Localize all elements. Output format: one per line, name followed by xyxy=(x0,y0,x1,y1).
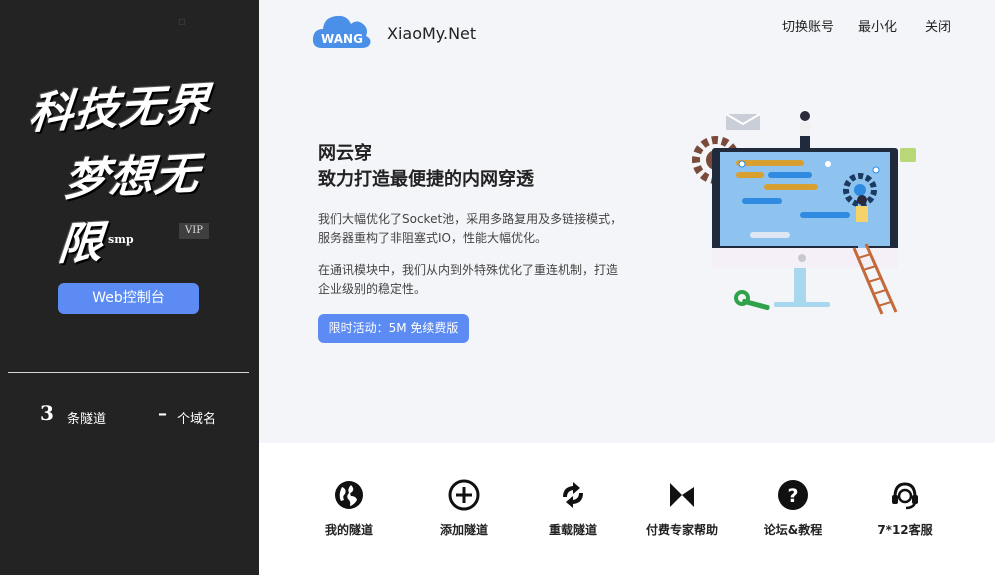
wrench-illustration-icon xyxy=(734,290,770,311)
customer-service-label: 7*12客服 xyxy=(877,523,933,537)
reload-tunnel-button[interactable]: 重载隧道 xyxy=(518,479,628,538)
sidebar-divider xyxy=(8,372,249,373)
hero-title: 网云穿 致力打造最便捷的内网穿透 xyxy=(318,141,534,193)
hero-illustration xyxy=(690,108,930,318)
web-console-button[interactable]: Web控制台 xyxy=(58,283,199,314)
my-tunnels-label: 我的隧道 xyxy=(324,523,373,537)
vip-badge: VIP xyxy=(179,223,209,239)
logo-badge-text: WANG xyxy=(321,32,363,46)
hero-desc2-line2: 企业级别的稳定性。 xyxy=(318,282,427,296)
hero-desc2-line1: 在通讯模块中，我们从内到外特殊优化了重连机制，打造 xyxy=(318,263,619,277)
question-icon: ? xyxy=(778,480,808,510)
domain-count: – xyxy=(158,403,167,424)
cloud-logo-icon: WANG xyxy=(312,10,372,50)
username: smp xyxy=(108,233,134,246)
switch-account-link[interactable]: 切换账号 xyxy=(782,16,834,35)
customer-service-button[interactable]: 7*12客服 xyxy=(850,479,960,538)
expert-help-label: 付费专家帮助 xyxy=(645,523,718,537)
tunnel-count: 3 xyxy=(40,401,54,425)
hero-description-2: 在通讯模块中，我们从内到外特殊优化了重连机制，打造 企业级别的稳定性。 xyxy=(318,261,638,299)
hero-desc1-line2: 服务器重构了非阻塞式IO，性能大幅优化。 xyxy=(318,231,547,245)
add-tunnel-label: 添加隧道 xyxy=(439,523,488,537)
action-bar: 我的隧道 添加隧道 重载隧道 付费专家帮助 ? 论坛&教程 7*12客服 xyxy=(259,443,995,575)
plus-circle-icon xyxy=(448,479,480,511)
site-name: XiaoMy.Net xyxy=(387,24,477,43)
forum-tutorial-button[interactable]: ? 论坛&教程 xyxy=(738,479,848,538)
promo-button[interactable]: 限时活动：5M 免续费版 xyxy=(318,314,469,343)
hero-desc1-line1: 我们大幅优化了Socket池，采用多路复用及多链接模式， xyxy=(318,212,623,226)
expert-icon xyxy=(670,483,694,507)
background-watermark: ▫ xyxy=(178,14,187,28)
hero-title-line-2: 致力打造最便捷的内网穿透 xyxy=(318,169,534,190)
expert-help-button[interactable]: 付费专家帮助 xyxy=(627,479,737,538)
tunnel-count-label: 条隧道 xyxy=(67,412,107,427)
header: WANG XiaoMy.Net 切换账号 最小化 关闭 xyxy=(259,0,995,70)
add-tunnel-button[interactable]: 添加隧道 xyxy=(409,479,519,538)
sidebar: ▫ 科技无界 梦想无限 smp VIP Web控制台 3 条隧道 – 个域名 xyxy=(0,0,259,575)
forum-tutorial-label: 论坛&教程 xyxy=(763,523,823,537)
hero-description-1: 我们大幅优化了Socket池，采用多路复用及多链接模式， 服务器重构了非阻塞式I… xyxy=(318,210,638,248)
hero-title-line-1: 网云穿 xyxy=(318,143,372,164)
my-tunnels-button[interactable]: 我的隧道 xyxy=(294,479,404,538)
slogan-line-2: 梦想无限 xyxy=(56,148,202,271)
reload-tunnel-label: 重载隧道 xyxy=(548,523,597,537)
reload-icon xyxy=(563,482,583,508)
slogan-line-1: 科技无界 xyxy=(26,78,213,140)
headset-icon xyxy=(892,482,918,510)
minimize-link[interactable]: 最小化 xyxy=(858,16,897,35)
domain-count-label: 个域名 xyxy=(177,412,217,427)
svg-text:?: ? xyxy=(787,485,798,507)
close-link[interactable]: 关闭 xyxy=(925,16,951,35)
globe-icon xyxy=(335,481,363,509)
